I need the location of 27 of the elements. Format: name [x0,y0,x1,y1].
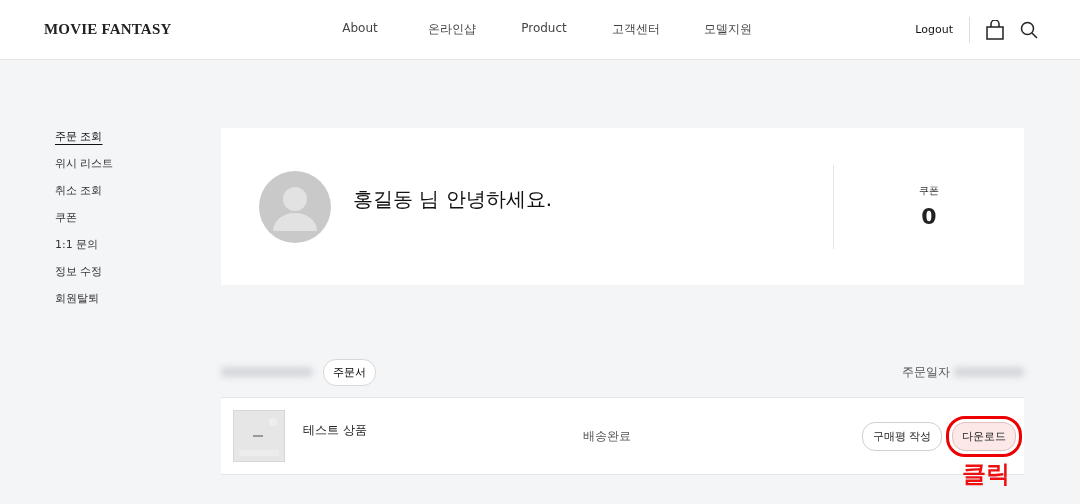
sidebar-item[interactable]: 정보 수정 [55,263,103,280]
order-sheet-button[interactable]: 주문서 [323,358,376,386]
sidebar-item[interactable]: 회원탈퇴 [55,290,99,307]
write-review-button[interactable]: 구매평 작성 [861,421,942,451]
product-name: 테스트 상품 [303,422,368,439]
sidebar-item[interactable]: 위시 리스트 [55,155,114,172]
order-date-label: 주문일자 [902,363,950,381]
search-icon[interactable] [1020,20,1038,39]
redacted-text [954,367,1024,377]
greeting-text: 홍길동 님 안녕하세요. [353,186,554,213]
logout-link[interactable]: Logout [915,16,970,43]
nav-link[interactable]: Product [498,21,590,38]
nav-link[interactable]: 고객센터 [590,21,682,38]
sidebar-item[interactable]: 취소 조회 [55,182,103,199]
coupon-count: 0 [921,204,937,229]
sidebar-item[interactable]: 1:1 문의 [55,236,99,253]
nav-link[interactable]: About [314,21,406,38]
logo[interactable]: MOVIE FANTASY [44,21,314,38]
avatar-icon [259,170,331,243]
sidebar-item[interactable]: 쿠폰 [55,209,77,226]
sidebar-item[interactable]: 주문 조회 [55,128,103,145]
order-status: 배송완료 [583,427,632,445]
annotation-text: 클릭 [962,458,1010,490]
coupon-label: 쿠폰 [919,184,939,198]
nav-link[interactable]: 온라인샵 [406,21,498,38]
nav-link[interactable]: 모델지원 [682,21,774,38]
shopping-bag-icon[interactable] [986,19,1004,40]
